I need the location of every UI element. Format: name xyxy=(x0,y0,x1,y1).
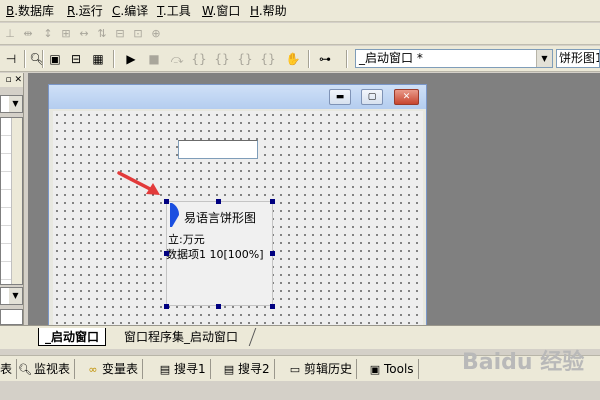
pie-chart-title: 易语言饼形图 xyxy=(184,211,257,225)
window-selector[interactable]: _启动窗口 * ▼ xyxy=(355,49,553,68)
toolbar-item-icon[interactable]: ⊣ xyxy=(2,51,20,67)
layout-window-icon[interactable]: ▣ xyxy=(46,51,64,67)
layout-table-icon[interactable]: ▦ xyxy=(89,51,107,67)
run-to-cursor-icon[interactable]: {} xyxy=(236,51,254,67)
menu-database[interactable]: B.数据库 xyxy=(6,3,54,19)
control-selector-value: 饼形图1 xyxy=(559,51,600,65)
document-search-icon: ▤ xyxy=(159,363,171,376)
form-titlebar[interactable]: ▬ ▢ ✕ xyxy=(49,85,426,109)
scrollbar[interactable] xyxy=(11,118,22,284)
tab-table[interactable]: 表 xyxy=(0,359,18,379)
same-width-icon[interactable]: ⇹ xyxy=(20,27,36,41)
property-list[interactable] xyxy=(0,117,23,285)
breakpoint-icon[interactable]: {} xyxy=(259,51,277,67)
alignment-toolbar: ⊥ ⇹ ↕ ⊞ ↔ ⇅ ⊟ ⊡ ⊕ xyxy=(0,23,600,45)
same-height-icon[interactable]: ↕ xyxy=(40,27,56,41)
selection-handle[interactable] xyxy=(270,304,275,309)
layout-split-icon[interactable]: ⊟ xyxy=(67,51,85,67)
center-horizontal-icon[interactable]: ⊡ xyxy=(130,27,146,41)
edit-box-control[interactable] xyxy=(178,140,258,159)
run-icon[interactable]: ▶ xyxy=(122,51,140,67)
selection-handle[interactable] xyxy=(164,251,169,256)
clipboard-icon: ▭ xyxy=(289,363,301,376)
toolbar-separator xyxy=(308,50,310,68)
window-icon: ▣ xyxy=(369,363,381,376)
chevron-down-icon[interactable]: ▼ xyxy=(9,96,22,112)
tab-clip-history[interactable]: ▭ 剪辑历史 xyxy=(288,359,358,379)
toolbar-separator xyxy=(42,50,44,68)
control-selector[interactable]: 饼形图1 xyxy=(556,49,600,68)
chevron-down-icon[interactable]: ▼ xyxy=(9,288,22,304)
selection-handle[interactable] xyxy=(270,199,275,204)
selection-handle[interactable] xyxy=(164,304,169,309)
close-icon[interactable]: ✕ xyxy=(394,89,419,105)
pie-slice-icon xyxy=(170,203,180,227)
left-panel: ▫ ✕ ▼ ▼ xyxy=(0,73,24,343)
toolbar-separator xyxy=(24,50,26,68)
tab-tools[interactable]: ▣ Tools xyxy=(368,359,419,379)
menu-help[interactable]: H.帮助 xyxy=(250,3,287,19)
menu-bar: B.数据库 R.运行 C.编译 T.工具 W.窗口 H.帮助 xyxy=(0,0,600,22)
left-text-box[interactable] xyxy=(0,309,23,325)
pie-chart-unit: 立:万元 xyxy=(168,233,205,246)
step-into-icon[interactable]: {} xyxy=(190,51,208,67)
stop-icon[interactable]: ■ xyxy=(145,51,163,67)
menu-tools[interactable]: T.工具 xyxy=(157,3,191,19)
panel-controls-icon[interactable]: ▫ ✕ xyxy=(0,73,23,87)
space-horizontal-icon[interactable]: ↔ xyxy=(76,27,92,41)
tab-watch[interactable]: 🔍︎ 监视表 xyxy=(18,359,76,379)
menu-window[interactable]: W.窗口 xyxy=(202,3,240,19)
tab-divider xyxy=(248,328,257,346)
maximize-icon[interactable]: ▢ xyxy=(361,89,383,105)
toolbar-separator xyxy=(346,50,348,68)
menu-run[interactable]: R.运行 xyxy=(67,3,103,19)
annotation-arrow-icon xyxy=(117,171,160,195)
chevron-down-icon[interactable]: ▼ xyxy=(536,50,552,67)
center-both-icon[interactable]: ⊕ xyxy=(148,27,164,41)
space-vertical-icon[interactable]: ⇅ xyxy=(94,27,110,41)
window-selector-value: _启动窗口 * xyxy=(359,51,423,65)
main-toolbar: ⊣ 🔍︎ ▣ ⊟ ▦ ▶ ■ ⤼ {} {} {} {} ✋ ⊶ _启动窗口 *… xyxy=(0,46,600,72)
tab-search2[interactable]: ▤ 搜寻2 xyxy=(222,359,275,379)
document-search-icon: ▤ xyxy=(223,363,235,376)
selection-handle[interactable] xyxy=(216,304,221,309)
glasses-icon: ∞ xyxy=(88,363,98,376)
bottom-panel-body xyxy=(0,381,600,400)
magnifier-icon: 🔍︎ xyxy=(18,363,32,376)
hand-icon[interactable]: ✋ xyxy=(284,51,302,67)
selection-handle[interactable] xyxy=(216,199,221,204)
binoculars-icon[interactable]: ⊶ xyxy=(316,51,334,67)
pie-chart-item: 数据项1 10[100%] xyxy=(166,248,264,261)
step-out-icon[interactable]: {} xyxy=(213,51,231,67)
toolbar-separator xyxy=(113,50,115,68)
tab-search1[interactable]: ▤ 搜寻1 xyxy=(158,359,211,379)
tab-variables[interactable]: ∞ 变量表 xyxy=(86,359,144,379)
same-size-icon[interactable]: ⊞ xyxy=(58,27,74,41)
selection-handle[interactable] xyxy=(164,199,169,204)
tab-start-window[interactable]: _启动窗口 xyxy=(38,328,107,346)
watermark: Baidu 经验 xyxy=(462,350,585,375)
menu-compile[interactable]: C.编译 xyxy=(112,3,148,19)
tab-program-set[interactable]: 窗口程序集_启动窗口 xyxy=(118,328,244,346)
align-bottom-icon[interactable]: ⊥ xyxy=(2,27,18,41)
left-combo-2[interactable]: ▼ xyxy=(0,287,23,305)
left-combo[interactable]: ▼ xyxy=(0,95,23,113)
step-over-icon[interactable]: ⤼ xyxy=(168,51,186,67)
selection-handle[interactable] xyxy=(270,251,275,256)
minimize-icon[interactable]: ▬ xyxy=(329,89,351,105)
align-middle-icon[interactable]: ⊟ xyxy=(112,27,128,41)
